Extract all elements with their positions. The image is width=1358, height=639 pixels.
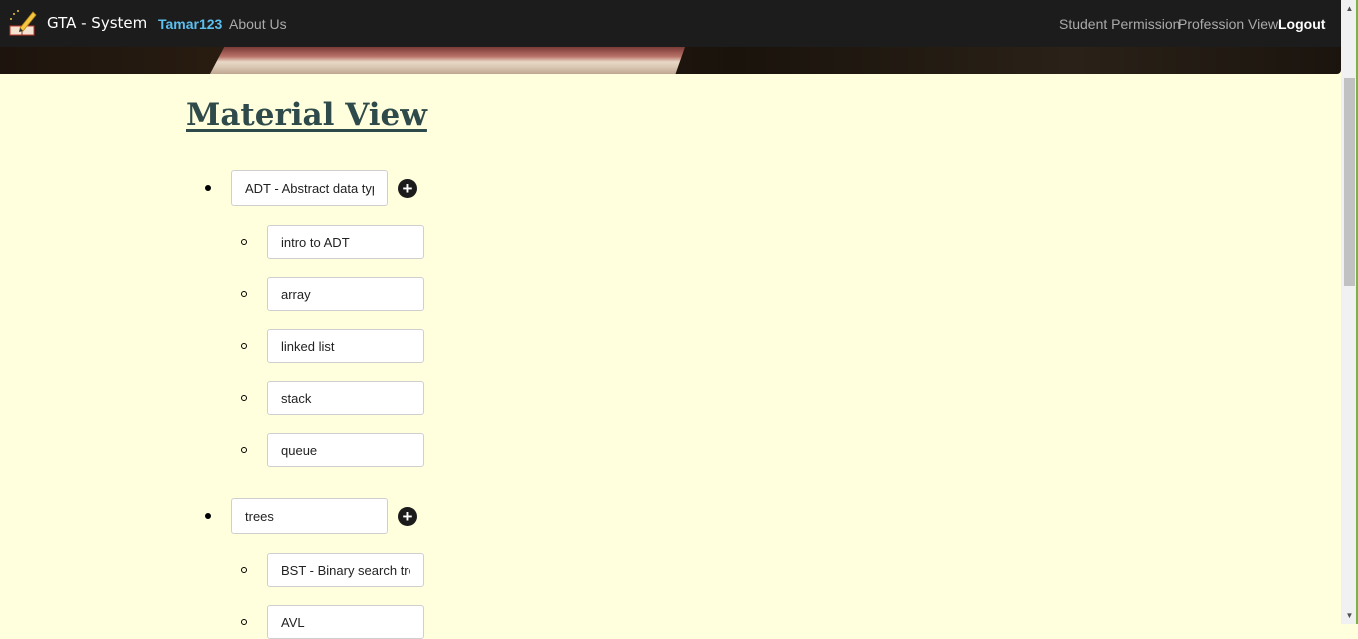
subtopic-input[interactable] — [267, 433, 424, 467]
subtopic-input[interactable] — [267, 381, 424, 415]
subtopic-input[interactable] — [267, 277, 424, 311]
logout-link[interactable]: Logout — [1278, 16, 1325, 32]
subtopic-input[interactable] — [267, 225, 424, 259]
student-permission-link[interactable]: Student Permission — [1059, 16, 1180, 32]
scrollbar-thumb[interactable] — [1344, 78, 1355, 286]
about-link[interactable]: About Us — [229, 16, 287, 32]
add-subtopic-plus-circle-icon[interactable]: + — [398, 179, 417, 198]
subtopic-input[interactable] — [267, 605, 424, 639]
subtopic-input[interactable] — [267, 329, 424, 363]
list-bullet-circle — [241, 395, 247, 401]
profession-view-link[interactable]: Profession View — [1178, 16, 1278, 32]
list-bullet-circle — [241, 343, 247, 349]
topic-input[interactable] — [231, 170, 388, 206]
add-subtopic-plus-circle-icon[interactable]: + — [398, 507, 417, 526]
list-bullet-circle — [241, 239, 247, 245]
hero-banner-image — [0, 47, 1341, 74]
list-bullet — [205, 513, 211, 519]
list-bullet — [205, 185, 211, 191]
list-bullet-circle — [241, 567, 247, 573]
top-navbar: GTA - System Tamar123 About Us Student P… — [0, 0, 1341, 47]
brand-name[interactable]: GTA - System — [47, 14, 147, 32]
list-bullet-circle — [241, 291, 247, 297]
subtopic-input[interactable] — [267, 553, 424, 587]
list-bullet-circle — [241, 619, 247, 625]
list-bullet-circle — [241, 447, 247, 453]
book-pencil-logo-icon[interactable] — [8, 8, 38, 38]
book-image — [210, 47, 685, 74]
topic-input[interactable] — [231, 498, 388, 534]
user-link[interactable]: Tamar123 — [158, 16, 222, 32]
page-title: Material View — [186, 97, 427, 133]
